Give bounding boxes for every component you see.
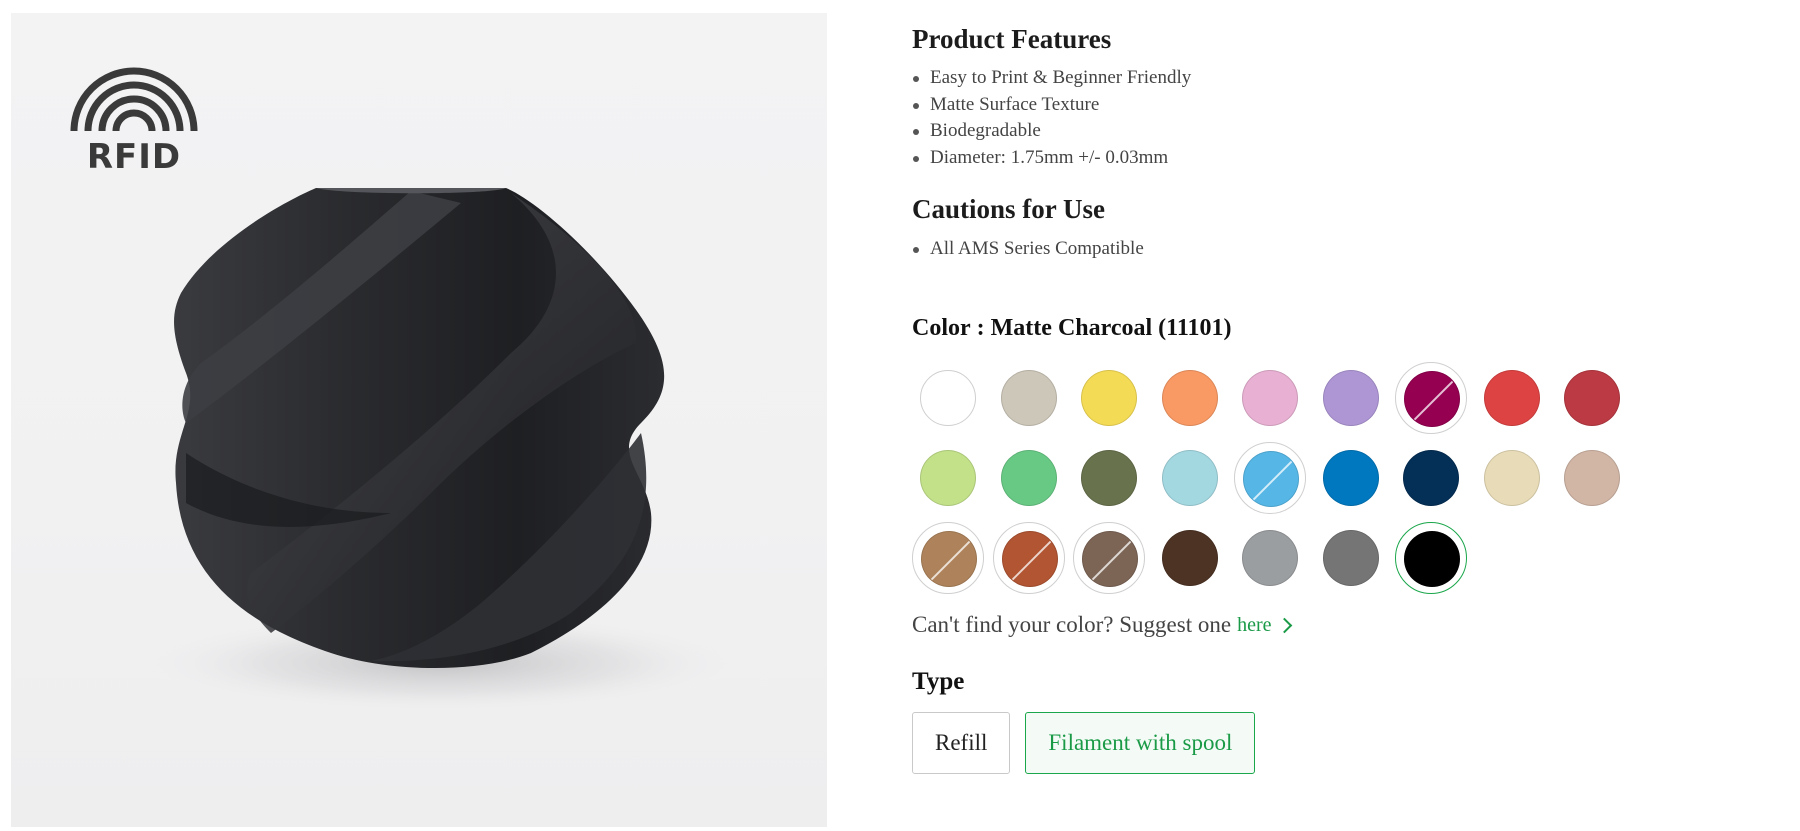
feature-item: Matte Surface Texture bbox=[912, 92, 1772, 119]
caution-item: All AMS Series Compatible bbox=[912, 236, 1772, 263]
selected-color-name: Matte Charcoal (11101) bbox=[990, 315, 1232, 342]
color-swatch-fill bbox=[1404, 371, 1460, 428]
color-swatch-fill bbox=[1001, 531, 1058, 588]
color-swatch-fill bbox=[1082, 531, 1138, 588]
suggest-link-label: here bbox=[1237, 613, 1272, 636]
color-swatch-fill bbox=[1322, 370, 1379, 427]
type-option-button[interactable]: Filament with spool bbox=[1025, 712, 1256, 775]
product-image[interactable]: RFID bbox=[11, 13, 827, 827]
suggest-color-link[interactable]: here bbox=[1237, 613, 1293, 637]
color-swatch[interactable] bbox=[1395, 442, 1467, 514]
color-swatch-fill bbox=[1404, 531, 1460, 588]
color-swatch[interactable] bbox=[912, 442, 984, 514]
color-swatch-fill bbox=[921, 531, 977, 588]
type-title: Type bbox=[912, 668, 965, 696]
color-swatch-fill bbox=[1322, 530, 1379, 587]
product-details: Product Features Easy to Print & Beginne… bbox=[912, 18, 1772, 775]
color-swatch[interactable] bbox=[1234, 442, 1306, 515]
color-swatch[interactable] bbox=[1315, 522, 1387, 594]
color-swatch-fill bbox=[1322, 450, 1379, 507]
color-swatch-fill bbox=[1161, 450, 1218, 507]
suggest-text: Can't find your color? Suggest one bbox=[912, 612, 1232, 638]
color-swatch[interactable] bbox=[1476, 362, 1548, 434]
color-swatch-fill bbox=[920, 450, 976, 507]
color-swatch[interactable] bbox=[912, 362, 984, 434]
color-swatch-fill bbox=[1161, 530, 1218, 587]
feature-item: Diameter: 1.75mm +/- 0.03mm bbox=[912, 145, 1772, 172]
color-swatch[interactable] bbox=[1315, 362, 1387, 434]
color-swatch[interactable] bbox=[1073, 362, 1145, 434]
features-list: Easy to Print & Beginner Friendly Matte S… bbox=[912, 65, 1772, 171]
color-swatch-fill bbox=[1483, 370, 1540, 427]
rfid-icon: RFID bbox=[70, 67, 198, 171]
color-swatch[interactable] bbox=[1154, 522, 1226, 594]
color-swatch-fill bbox=[1081, 370, 1137, 427]
color-swatch-fill bbox=[1000, 370, 1057, 427]
type-option-button[interactable]: Refill bbox=[912, 712, 1011, 775]
cautions-title: Cautions for Use bbox=[912, 194, 1106, 225]
color-swatch[interactable] bbox=[1556, 362, 1628, 434]
color-swatch[interactable] bbox=[992, 522, 1065, 595]
color-swatch-fill bbox=[1081, 450, 1137, 507]
color-swatch[interactable] bbox=[912, 522, 984, 595]
type-options: Refill Filament with spool bbox=[912, 712, 1772, 775]
color-swatch[interactable] bbox=[1234, 522, 1306, 594]
color-swatch[interactable] bbox=[1556, 442, 1628, 514]
color-label: Color bbox=[912, 315, 971, 342]
color-swatch-fill bbox=[1483, 450, 1540, 507]
features-title: Product Features bbox=[912, 24, 1112, 54]
color-swatch[interactable] bbox=[1476, 442, 1548, 514]
feature-item: Easy to Print & Beginner Friendly bbox=[912, 65, 1772, 92]
color-swatch-fill bbox=[1243, 451, 1299, 508]
rfid-badge-text: RFID bbox=[87, 137, 181, 171]
cautions-list: All AMS Series Compatible bbox=[912, 236, 1772, 263]
color-heading: Color: Matte Charcoal (11101) bbox=[912, 315, 1232, 342]
color-swatch[interactable] bbox=[1315, 442, 1387, 514]
color-swatch-fill bbox=[1403, 450, 1459, 507]
color-swatch[interactable] bbox=[1154, 442, 1226, 514]
color-swatch[interactable] bbox=[1073, 522, 1145, 595]
color-swatch-fill bbox=[1564, 450, 1620, 507]
suggest-color-line: Can't find your color? Suggest one here bbox=[912, 612, 1772, 638]
color-swatch-fill bbox=[1242, 530, 1298, 587]
color-swatch[interactable] bbox=[993, 362, 1065, 434]
color-swatch[interactable] bbox=[1073, 442, 1145, 514]
color-swatch-grid bbox=[912, 362, 1652, 595]
color-swatch-fill bbox=[1242, 370, 1298, 427]
color-swatch[interactable] bbox=[993, 442, 1065, 514]
color-swatch[interactable] bbox=[1234, 362, 1306, 434]
color-swatch-fill bbox=[920, 370, 976, 427]
color-swatch[interactable] bbox=[1395, 362, 1467, 435]
color-swatch-fill bbox=[1564, 370, 1620, 427]
color-swatch-fill bbox=[1161, 370, 1218, 427]
feature-item: Biodegradable bbox=[912, 118, 1772, 145]
color-swatch[interactable] bbox=[1154, 362, 1226, 434]
chevron-right-icon bbox=[1277, 618, 1293, 634]
color-swatch[interactable] bbox=[1395, 522, 1467, 595]
color-swatch-fill bbox=[1000, 450, 1057, 507]
